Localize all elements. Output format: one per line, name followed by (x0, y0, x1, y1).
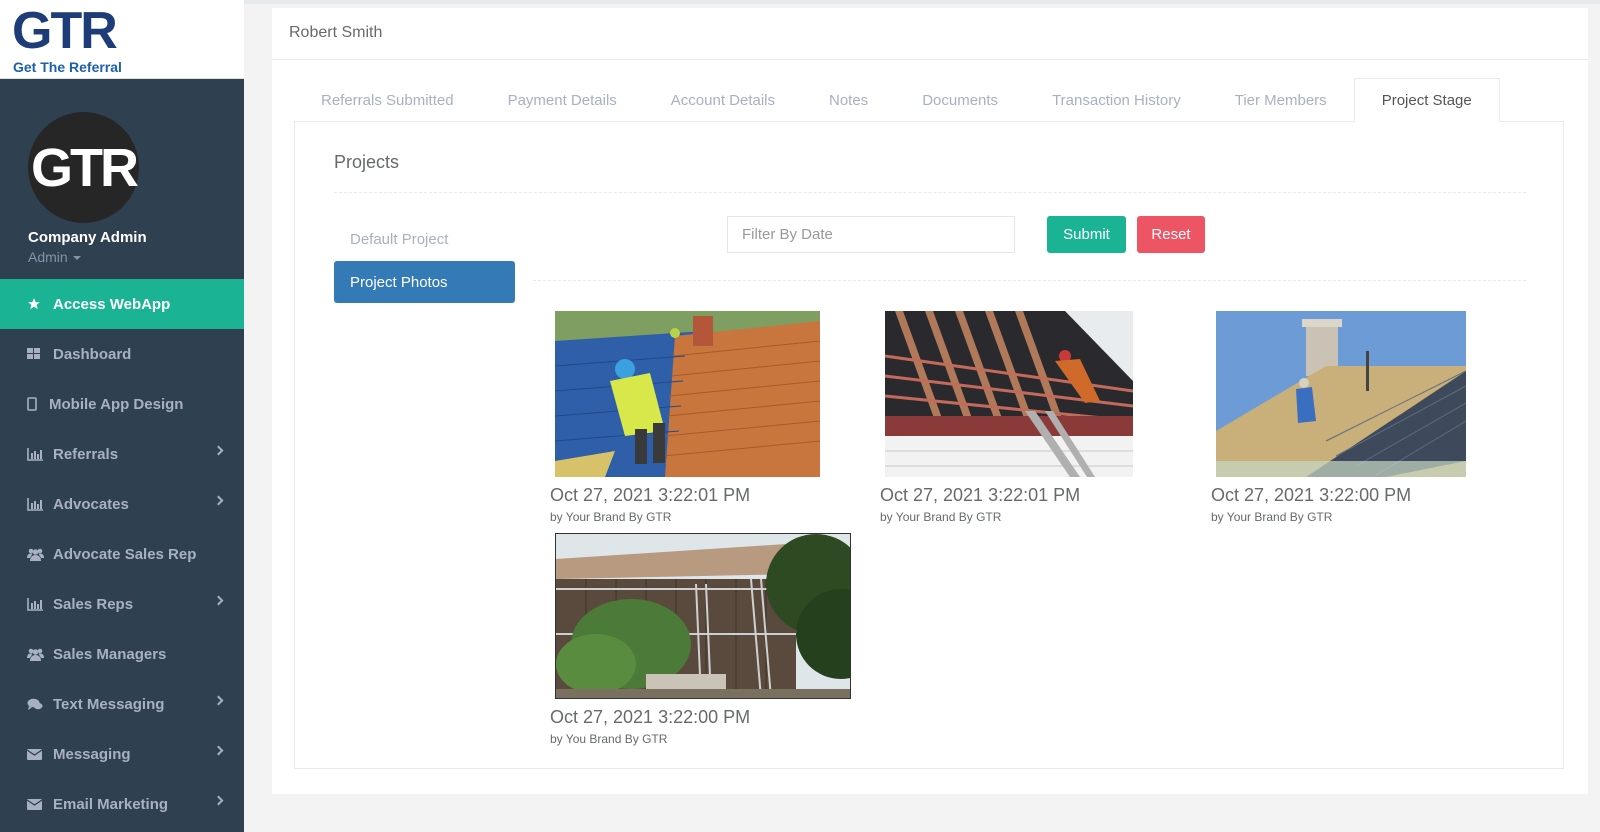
chevron-right-icon (213, 745, 224, 756)
users-icon (27, 648, 47, 661)
top-strip (244, 0, 1600, 4)
page-title: Robert Smith (289, 24, 383, 41)
chat-icon (27, 698, 47, 711)
bar-chart-icon (27, 447, 47, 461)
envelope-icon (27, 798, 47, 810)
project-photo-house-scaffold[interactable] (555, 533, 851, 699)
photo-card[interactable]: Oct 27, 2021 3:22:00 PM by Your Brand By… (1211, 311, 1466, 524)
divider (272, 59, 1588, 60)
photo-author: by Your Brand By GTR (550, 510, 672, 524)
tab-project-stage[interactable]: Project Stage (1353, 78, 1500, 122)
photo-date: Oct 27, 2021 3:22:01 PM (550, 485, 751, 505)
sidebar-item-label: Access WebApp (53, 295, 171, 313)
filter-by-date-input[interactable] (727, 216, 1015, 253)
photo-card[interactable]: Oct 27, 2021 3:22:01 PM by Your Brand By… (880, 311, 1133, 524)
section-title: Projects (334, 152, 400, 172)
chevron-right-icon (213, 495, 224, 506)
avatar[interactable]: GTR (28, 112, 139, 223)
divider (334, 192, 1526, 193)
sidebar-item-label: Sales Reps (53, 595, 134, 613)
project-photo-metal-roof[interactable] (1216, 311, 1466, 477)
tab-payment-details[interactable]: Payment Details (481, 78, 644, 122)
photo-date: Oct 27, 2021 3:22:00 PM (550, 707, 751, 727)
sidebar-item-dashboard[interactable]: Dashboard (0, 329, 244, 379)
submit-button[interactable]: Submit (1047, 216, 1126, 253)
sidebar-item-access-webapp[interactable]: Access WebApp (0, 279, 244, 329)
sidebar-item-label: Referrals (53, 445, 119, 463)
logo-mark: GTR (12, 2, 118, 60)
sidebar-item-sales-reps[interactable]: Sales Reps (0, 579, 244, 629)
grid-icon (27, 347, 47, 361)
brand-logo[interactable]: GTR Get The Referral (0, 0, 244, 79)
project-side-tabs: Default Project Project Photos (334, 218, 515, 304)
sidebar-nav: Access WebApp Dashboard Mobile App Desig… (0, 279, 244, 829)
photo-date: Oct 27, 2021 3:22:01 PM (880, 485, 1081, 505)
sidebar-item-label: Advocates (53, 495, 129, 513)
sidebar-item-label: Dashboard (53, 345, 132, 363)
main-panel: Robert Smith Referrals Submitted Payment… (272, 8, 1588, 794)
photo-card[interactable]: Oct 27, 2021 3:22:01 PM by Your Brand By… (550, 311, 820, 524)
photo-card[interactable]: Oct 27, 2021 3:22:00 PM by You Brand By … (550, 533, 851, 746)
side-tab-project-photos[interactable]: Project Photos (334, 261, 515, 303)
sidebar-item-label: Mobile App Design (49, 395, 184, 413)
tab-bar: Referrals Submitted Payment Details Acco… (294, 78, 1500, 122)
users-icon (27, 548, 47, 561)
sidebar-item-label: Messaging (53, 745, 131, 763)
logo-tagline: Get The Referral (13, 59, 122, 75)
chevron-right-icon (213, 595, 224, 606)
tab-tier-members[interactable]: Tier Members (1208, 78, 1354, 122)
sidebar-item-label: Sales Managers (53, 645, 167, 663)
tab-transaction-history[interactable]: Transaction History (1025, 78, 1208, 122)
sidebar-item-advocates[interactable]: Advocates (0, 479, 244, 529)
chevron-right-icon (213, 695, 224, 706)
project-photo-roofer-tiles[interactable] (555, 311, 820, 477)
profile-name: Company Admin (28, 229, 147, 246)
profile-role: Admin (28, 249, 68, 265)
sidebar: GTR Get The Referral GTR Company Admin A… (0, 0, 244, 832)
sidebar-item-email-marketing[interactable]: Email Marketing (0, 779, 244, 829)
envelope-icon (27, 748, 47, 760)
sidebar-item-referrals[interactable]: Referrals (0, 429, 244, 479)
project-photo-roof-rafters[interactable] (885, 311, 1133, 477)
sidebar-item-label: Email Marketing (53, 795, 169, 813)
tab-referrals-submitted[interactable]: Referrals Submitted (294, 78, 481, 122)
sidebar-item-messaging[interactable]: Messaging (0, 729, 244, 779)
photo-author: by Your Brand By GTR (880, 510, 1002, 524)
divider (533, 280, 1526, 281)
mobile-icon (27, 397, 43, 411)
chevron-right-icon (213, 445, 224, 456)
sidebar-item-text-messaging[interactable]: Text Messaging (0, 679, 244, 729)
tab-account-details[interactable]: Account Details (644, 78, 802, 122)
tab-documents[interactable]: Documents (895, 78, 1025, 122)
sidebar-item-label: Advocate Sales Rep (53, 545, 197, 563)
photo-author: by Your Brand By GTR (1211, 510, 1333, 524)
avatar-text: GTR (31, 137, 139, 198)
sidebar-item-label: Text Messaging (53, 695, 165, 713)
chevron-right-icon (213, 795, 224, 806)
sidebar-item-mobile-app-design[interactable]: Mobile App Design (0, 379, 244, 429)
tab-content-project-stage: Projects Default Project Project Photos … (294, 121, 1564, 769)
reset-button[interactable]: Reset (1137, 216, 1205, 253)
photo-author: by You Brand By GTR (550, 732, 668, 746)
sidebar-item-advocate-sales-rep[interactable]: Advocate Sales Rep (0, 529, 244, 579)
tab-notes[interactable]: Notes (802, 78, 895, 122)
sidebar-item-sales-managers[interactable]: Sales Managers (0, 629, 244, 679)
profile-block: GTR Company Admin Admin (0, 79, 244, 279)
caret-down-icon (72, 256, 81, 261)
bar-chart-icon (27, 497, 47, 511)
star-icon (27, 297, 47, 311)
bar-chart-icon (27, 597, 47, 611)
profile-role-dropdown[interactable]: Admin (28, 249, 81, 265)
photo-date: Oct 27, 2021 3:22:00 PM (1211, 485, 1412, 505)
side-tab-default-project[interactable]: Default Project (334, 218, 515, 260)
